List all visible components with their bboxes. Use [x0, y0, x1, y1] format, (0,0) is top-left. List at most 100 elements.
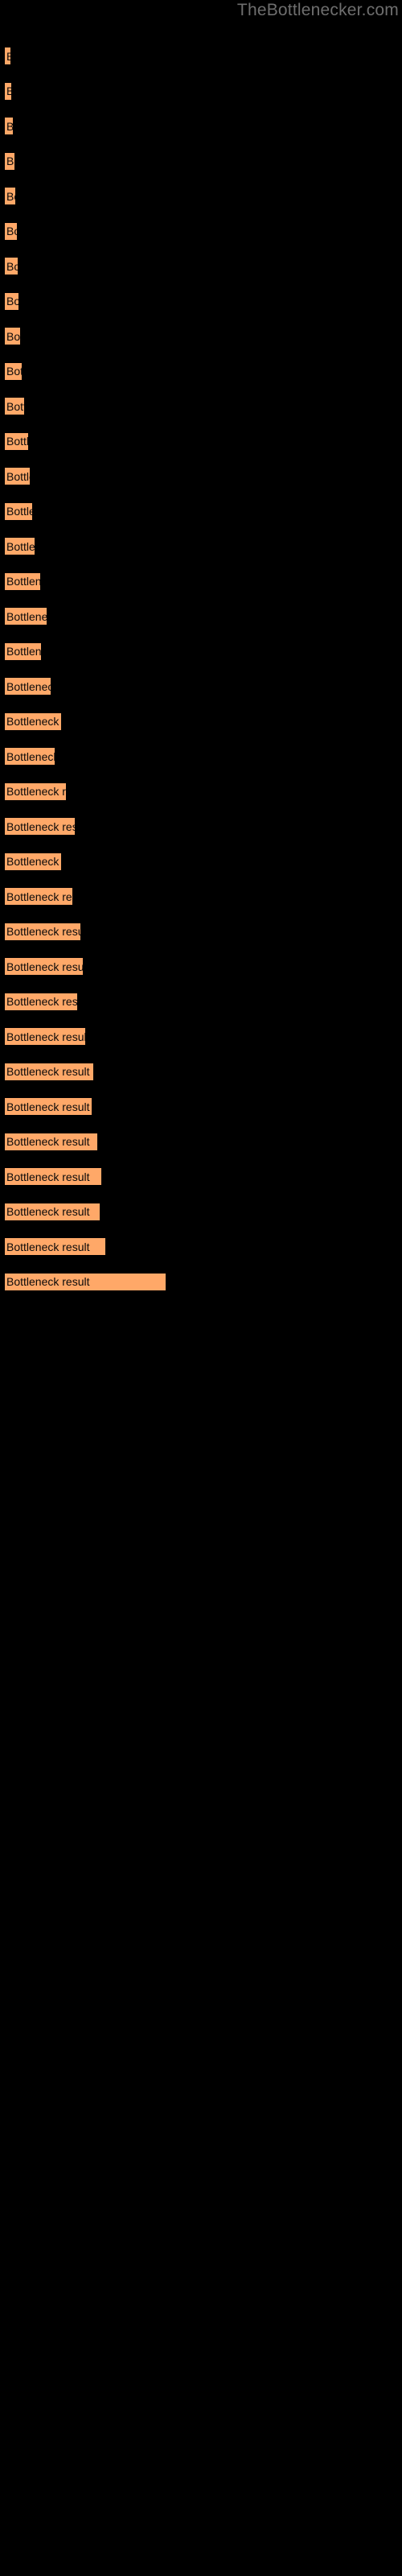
bar[interactable]: Bottleneck result	[5, 1202, 100, 1221]
bar[interactable]: Bottleneck result	[5, 572, 40, 591]
bar-row: Bottleneck result	[0, 677, 402, 696]
bar-label: Bottleneck result	[6, 679, 51, 693]
bar-row: Bottleneck result	[0, 1027, 402, 1046]
bar[interactable]: Bottleneck result	[5, 1062, 93, 1081]
bar-row: Bottleneck result	[0, 1132, 402, 1151]
bar[interactable]: Bottleneck result	[5, 1027, 85, 1046]
bar[interactable]: Bottleneck result	[5, 992, 77, 1011]
bar-row: Bottleneck result	[0, 187, 402, 205]
bar-label: Bottleneck result	[6, 1135, 90, 1148]
bar-row: Bottleneck result	[0, 852, 402, 871]
bar[interactable]: Bottleneck result	[5, 1132, 97, 1151]
bar-row: Bottleneck result	[0, 431, 402, 451]
bar-row: Bottleneck result	[0, 327, 402, 345]
bar[interactable]: Bottleneck result	[5, 221, 17, 241]
bar-label: Bottleneck result	[6, 225, 17, 237]
bar-row: Bottleneck result	[0, 502, 402, 521]
bar[interactable]: Bottleneck result	[5, 817, 75, 836]
bar-label: Bottleneck result	[6, 155, 14, 167]
bar-row: Bottleneck result	[0, 47, 402, 65]
bar-row: Bottleneck result	[0, 117, 402, 135]
bar-label: Bottleneck result	[6, 469, 30, 483]
bar[interactable]: Bottleneck result	[5, 502, 32, 521]
bar-row: Bottleneck result	[0, 257, 402, 275]
bar[interactable]: Bottleneck result	[5, 187, 15, 205]
bar[interactable]: Bottleneck result	[5, 327, 20, 345]
bar[interactable]: Bottleneck result	[5, 537, 35, 555]
bar-label: Bottleneck result	[6, 505, 32, 518]
bar-label: Bottleneck result	[6, 1275, 90, 1288]
bar-label: Bottleneck result	[6, 1100, 90, 1113]
bar-label: Bottleneck result	[6, 329, 20, 343]
bar-label: Bottleneck result	[6, 189, 15, 203]
bar-label: Bottleneck result	[6, 365, 22, 378]
bar[interactable]: Bottleneck result	[5, 852, 61, 871]
bar[interactable]: Bottleneck result	[5, 1272, 166, 1291]
bar-row: Bottleneck result	[0, 887, 402, 906]
bar-label: Bottleneck result	[6, 819, 75, 833]
bar[interactable]: Bottleneck result	[5, 782, 66, 801]
bar[interactable]: Bottleneck result	[5, 747, 55, 766]
bar[interactable]: Bottleneck result	[5, 957, 83, 976]
bar[interactable]: Bottleneck result	[5, 887, 72, 906]
bar-row: Bottleneck result	[0, 712, 402, 731]
bar-row: Bottleneck result	[0, 221, 402, 241]
bar-row: Bottleneck result	[0, 151, 402, 171]
bar-label: Bottleneck result	[6, 295, 18, 308]
bar-label: Bottleneck result	[6, 120, 13, 133]
bar-row: Bottleneck result	[0, 467, 402, 485]
bar-row: Bottleneck result	[0, 291, 402, 311]
bar[interactable]: Bottleneck result	[5, 607, 47, 625]
bar[interactable]: Bottleneck result	[5, 291, 18, 311]
bar-label: Bottleneck result	[6, 539, 35, 553]
bar-row: Bottleneck result	[0, 1062, 402, 1081]
bar-label: Bottleneck result	[6, 785, 66, 798]
bar-row: Bottleneck result	[0, 607, 402, 625]
bar-row: Bottleneck result	[0, 642, 402, 661]
bar[interactable]: Bottleneck result	[5, 81, 11, 101]
bar-row: Bottleneck result	[0, 537, 402, 555]
bar-row: Bottleneck result	[0, 782, 402, 801]
bar[interactable]: Bottleneck result	[5, 397, 24, 415]
bar-label: Bottleneck result	[6, 575, 40, 588]
bar[interactable]: Bottleneck result	[5, 361, 22, 381]
bar-label: Bottleneck result	[6, 85, 11, 97]
bar[interactable]: Bottleneck result	[5, 117, 13, 135]
bar-row: Bottleneck result	[0, 992, 402, 1011]
bar-label: Bottleneck result	[6, 1170, 90, 1183]
bar[interactable]: Bottleneck result	[5, 712, 61, 731]
bar-label: Bottleneck result	[6, 715, 61, 728]
bar[interactable]: Bottleneck result	[5, 47, 10, 65]
bar[interactable]: Bottleneck result	[5, 151, 14, 171]
bar-label: Bottleneck result	[6, 645, 41, 658]
bar[interactable]: Bottleneck result	[5, 1097, 92, 1116]
bar[interactable]: Bottleneck result	[5, 1237, 105, 1256]
bar[interactable]: Bottleneck result	[5, 431, 28, 451]
bar-chart-plot-area: Bottleneck result Bottleneck result Bottle…	[0, 0, 402, 2576]
bar-row: Bottleneck result	[0, 817, 402, 836]
bar[interactable]: Bottleneck result	[5, 1167, 101, 1186]
bar-row: Bottleneck result	[0, 1097, 402, 1116]
bar-row: Bottleneck result	[0, 747, 402, 766]
bar-row: Bottleneck result	[0, 1167, 402, 1186]
bar-label: Bottleneck result	[6, 1240, 90, 1253]
bar-label: Bottleneck result	[6, 925, 80, 938]
bar-row: Bottleneck result	[0, 572, 402, 591]
bar-row: Bottleneck result	[0, 81, 402, 101]
bar[interactable]: Bottleneck result	[5, 467, 30, 485]
bar-label: Bottleneck result	[6, 609, 47, 623]
bar[interactable]: Bottleneck result	[5, 677, 51, 696]
bar-row: Bottleneck result	[0, 1202, 402, 1221]
bar-row: Bottleneck result	[0, 397, 402, 415]
bar-label: Bottleneck result	[6, 960, 83, 973]
bar-label: Bottleneck result	[6, 1205, 90, 1218]
chart-page: TheBottlenecker.com Bottleneck resultBot…	[0, 0, 402, 2576]
bar[interactable]: Bottleneck result	[5, 642, 41, 661]
bar-label: Bottleneck result	[6, 995, 77, 1008]
bar[interactable]: Bottleneck result	[5, 922, 80, 941]
bar-row: Bottleneck result	[0, 1272, 402, 1291]
bar[interactable]: Bottleneck result	[5, 257, 18, 275]
bar-label: Bottleneck result	[6, 749, 55, 763]
bar-row: Bottleneck result	[0, 922, 402, 941]
bar-label: Bottleneck result	[6, 1065, 90, 1078]
